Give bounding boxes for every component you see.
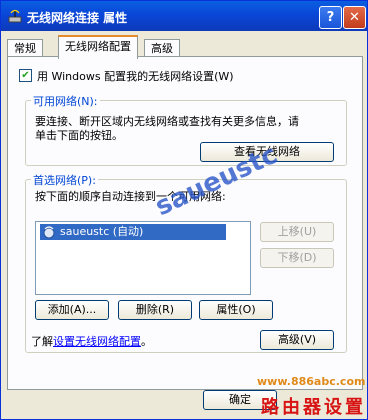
learn-text: 了解设置无线网络配置。	[31, 333, 152, 349]
list-item[interactable]: saueustc (自动)	[40, 224, 226, 240]
tab-general[interactable]: 常规	[7, 39, 43, 57]
help-button[interactable]: ?	[319, 6, 342, 29]
remove-button[interactable]: 删除(R)	[118, 300, 192, 320]
close-button[interactable]: ✕	[343, 6, 366, 29]
properties-dialog: 无线网络连接 属性 ? ✕ 常规 无线网络配置 高级 ✔ 用 Windows 配…	[0, 0, 368, 420]
tab-strip: 常规 无线网络配置 高级	[7, 35, 363, 59]
use-windows-checkbox[interactable]: ✔	[19, 69, 32, 82]
wireless-network-icon	[8, 9, 22, 23]
use-windows-label[interactable]: 用 Windows 配置我的无线网络设置(W)	[37, 68, 234, 84]
configure-wireless-link[interactable]: 设置无线网络配置	[53, 335, 141, 348]
watermark-site-name: 路由器设置	[261, 397, 366, 418]
advanced-button[interactable]: 高级(V)	[260, 330, 334, 350]
available-text-line2: 单击下面的按钮。	[35, 129, 123, 142]
tab-advanced[interactable]: 高级	[144, 39, 180, 57]
add-button[interactable]: 添加(A)...	[35, 300, 109, 320]
wireless-network-icon	[43, 226, 55, 239]
preferred-networks-legend: 首选网络(P):	[31, 172, 98, 188]
network-name: saueustc (自动)	[60, 225, 144, 238]
tab-wireless-networks[interactable]: 无线网络配置	[58, 35, 138, 59]
move-down-button[interactable]: 下移(D)	[260, 248, 334, 268]
preferred-networks-list[interactable]: saueustc (自动)	[35, 221, 251, 295]
learn-prefix: 了解	[31, 335, 53, 348]
window-title: 无线网络连接 属性	[27, 11, 128, 25]
move-up-button[interactable]: 上移(U)	[260, 222, 334, 242]
title-bar[interactable]: 无线网络连接 属性 ? ✕	[1, 1, 367, 31]
available-networks-legend: 可用网络(N):	[31, 93, 100, 109]
watermark-url: www.886abc.com	[257, 375, 366, 388]
learn-suffix: 。	[141, 335, 152, 348]
properties-button[interactable]: 属性(O)	[199, 300, 273, 320]
